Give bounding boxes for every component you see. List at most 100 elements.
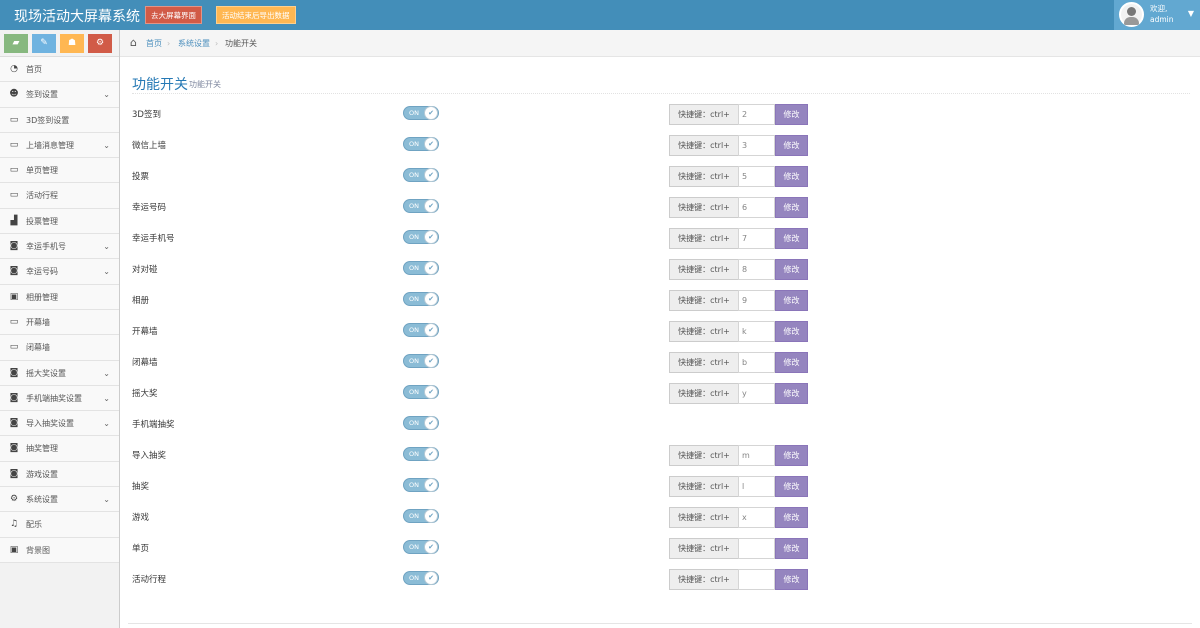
hotkey-input[interactable] — [738, 197, 775, 218]
toggle-on-label: ON — [409, 202, 419, 210]
sidebar-item-label: 游戏设置 — [26, 469, 58, 479]
comment-shortcut-button[interactable]: ▰ — [4, 34, 28, 53]
hotkey-input[interactable] — [738, 166, 775, 187]
sidebar-item[interactable]: ◔ 首页 — [0, 57, 119, 83]
hotkey-input[interactable] — [738, 507, 775, 528]
modify-hotkey-button[interactable]: 修改 — [775, 197, 808, 218]
feature-toggle[interactable]: ON ✔ — [403, 385, 439, 399]
chevron-down-icon: ⌄ — [103, 495, 110, 505]
hotkey-input[interactable] — [738, 228, 775, 249]
sidebar-item[interactable]: ▟ 投票管理 — [0, 208, 119, 235]
hotkey-input[interactable] — [738, 290, 775, 311]
sidebar-item[interactable]: ◙ 导入抽奖设置 ⌄ — [0, 411, 119, 437]
check-icon: ✔ — [424, 292, 438, 306]
sidebar-item[interactable]: ☻ 签到设置 ⌄ — [0, 82, 119, 108]
feature-label: 摇大奖 — [132, 389, 158, 399]
sidebar-item[interactable]: ▭ 开幕墙 — [0, 309, 119, 336]
hotkey-input[interactable] — [738, 476, 775, 497]
hotkey-input[interactable] — [738, 352, 775, 373]
gift-icon: ◙ — [9, 443, 19, 454]
feature-toggle[interactable]: ON ✔ — [403, 168, 439, 182]
modify-hotkey-button[interactable]: 修改 — [775, 476, 808, 497]
sidebar-item[interactable]: ▭ 单页管理 — [0, 158, 119, 184]
sidebar-item[interactable]: ▭ 3D签到设置 — [0, 107, 119, 133]
feature-toggle[interactable]: ON ✔ — [403, 261, 439, 275]
hotkey-input[interactable] — [738, 569, 775, 590]
modify-hotkey-button[interactable]: 修改 — [775, 569, 808, 590]
hotkey-prefix: 快捷键：ctrl+ — [669, 197, 739, 218]
breadcrumb-separator: › — [167, 39, 171, 48]
breadcrumb-home-link[interactable]: 首页 — [146, 38, 162, 49]
feature-toggle[interactable]: ON ✔ — [403, 323, 439, 337]
caret-down-icon: ▼ — [1187, 9, 1194, 18]
export-data-button[interactable]: 活动结束后导出数据 — [216, 6, 296, 24]
sidebar-item[interactable]: ▭ 活动行程 — [0, 183, 119, 209]
feature-label: 开幕墙 — [132, 327, 158, 337]
feature-toggle[interactable]: ON ✔ — [403, 354, 439, 368]
sidebar-item[interactable]: ◙ 幸运手机号 ⌄ — [0, 234, 119, 260]
feature-toggle[interactable]: ON ✔ — [403, 571, 439, 585]
modify-hotkey-button[interactable]: 修改 — [775, 507, 808, 528]
check-icon: ✔ — [424, 168, 438, 182]
sidebar-item[interactable]: ▭ 上墙消息管理 ⌄ — [0, 132, 119, 159]
feature-toggle[interactable]: ON ✔ — [403, 292, 439, 306]
sidebar-item[interactable]: ◙ 游戏设置 — [0, 461, 119, 488]
chevron-down-icon: ⌄ — [103, 90, 110, 100]
sidebar-item[interactable]: ◙ 摇大奖设置 ⌄ — [0, 360, 119, 386]
modify-hotkey-button[interactable]: 修改 — [775, 383, 808, 404]
hotkey-input[interactable] — [738, 259, 775, 280]
user-menu[interactable]: 欢迎, admin ▼ — [1114, 0, 1200, 30]
modify-hotkey-button[interactable]: 修改 — [775, 166, 808, 187]
sidebar-item[interactable]: ⚙ 系统设置 ⌄ — [0, 487, 119, 513]
desktop-icon: ▭ — [9, 342, 19, 353]
brand-title[interactable]: 现场活动大屏幕系统 — [14, 6, 140, 26]
sidebar-item[interactable]: ◙ 幸运号码 ⌄ — [0, 259, 119, 285]
check-icon: ✔ — [424, 447, 438, 461]
feature-label: 闭幕墙 — [132, 358, 158, 368]
modify-hotkey-button[interactable]: 修改 — [775, 228, 808, 249]
modify-hotkey-button[interactable]: 修改 — [775, 321, 808, 342]
feature-row: 摇大奖 ON ✔ 快捷键：ctrl+ 修改 — [132, 383, 832, 405]
modify-hotkey-button[interactable]: 修改 — [775, 445, 808, 466]
pencil-shortcut-button[interactable]: ✎ — [32, 34, 56, 53]
hotkey-input[interactable] — [738, 383, 775, 404]
chevron-down-icon: ⌄ — [103, 140, 110, 150]
hotkey-input[interactable] — [738, 135, 775, 156]
breadcrumb-system-link[interactable]: 系统设置 — [178, 38, 210, 49]
chevron-down-icon: ⌄ — [103, 242, 110, 252]
sidebar-item[interactable]: ▣ 相册管理 — [0, 284, 119, 310]
hotkey-input[interactable] — [738, 104, 775, 125]
feature-toggle[interactable]: ON ✔ — [403, 106, 439, 120]
modify-hotkey-button[interactable]: 修改 — [775, 538, 808, 559]
feature-toggle[interactable]: ON ✔ — [403, 199, 439, 213]
modify-hotkey-button[interactable]: 修改 — [775, 135, 808, 156]
sidebar-item[interactable]: ▣ 背景图 — [0, 537, 119, 563]
modify-hotkey-button[interactable]: 修改 — [775, 352, 808, 373]
feature-toggle[interactable]: ON ✔ — [403, 478, 439, 492]
feature-toggle[interactable]: ON ✔ — [403, 447, 439, 461]
modify-hotkey-button[interactable]: 修改 — [775, 259, 808, 280]
feature-toggle[interactable]: ON ✔ — [403, 509, 439, 523]
hotkey-input[interactable] — [738, 538, 775, 559]
hotkey-input[interactable] — [738, 445, 775, 466]
modify-hotkey-button[interactable]: 修改 — [775, 104, 808, 125]
feature-toggle[interactable]: ON ✔ — [403, 137, 439, 151]
big-screen-button[interactable]: 去大屏幕界面 — [145, 6, 202, 24]
desktop-icon: ▭ — [9, 190, 19, 201]
sidebar: ▰ ✎ ☗ ⚙ ◔ 首页 ☻ 签到设置 ⌄ ▭ 3D签到设置 ▭ 上墙消息管理 ⌄ ▭ 单页管理 ▭ 活动行程 ▟… — [0, 30, 120, 628]
feature-toggle[interactable]: ON ✔ — [403, 230, 439, 244]
users-shortcut-button[interactable]: ☗ — [60, 34, 84, 53]
feature-label: 抽奖 — [132, 482, 150, 492]
chevron-down-icon: ⌄ — [103, 267, 110, 277]
feature-toggle[interactable]: ON ✔ — [403, 540, 439, 554]
sidebar-item[interactable]: ▭ 闭幕墙 — [0, 335, 119, 361]
hotkey-prefix: 快捷键：ctrl+ — [669, 569, 739, 590]
modify-hotkey-button[interactable]: 修改 — [775, 290, 808, 311]
hotkey-input[interactable] — [738, 321, 775, 342]
cogs-shortcut-button[interactable]: ⚙ — [88, 34, 112, 53]
sidebar-item[interactable]: ◙ 手机端抽奖设置 ⌄ — [0, 385, 119, 412]
sidebar-item[interactable]: ◙ 抽奖管理 — [0, 436, 119, 462]
feature-label: 游戏 — [132, 513, 150, 523]
feature-toggle[interactable]: ON ✔ — [403, 416, 439, 430]
sidebar-item[interactable]: ♫ 配乐 — [0, 512, 119, 538]
